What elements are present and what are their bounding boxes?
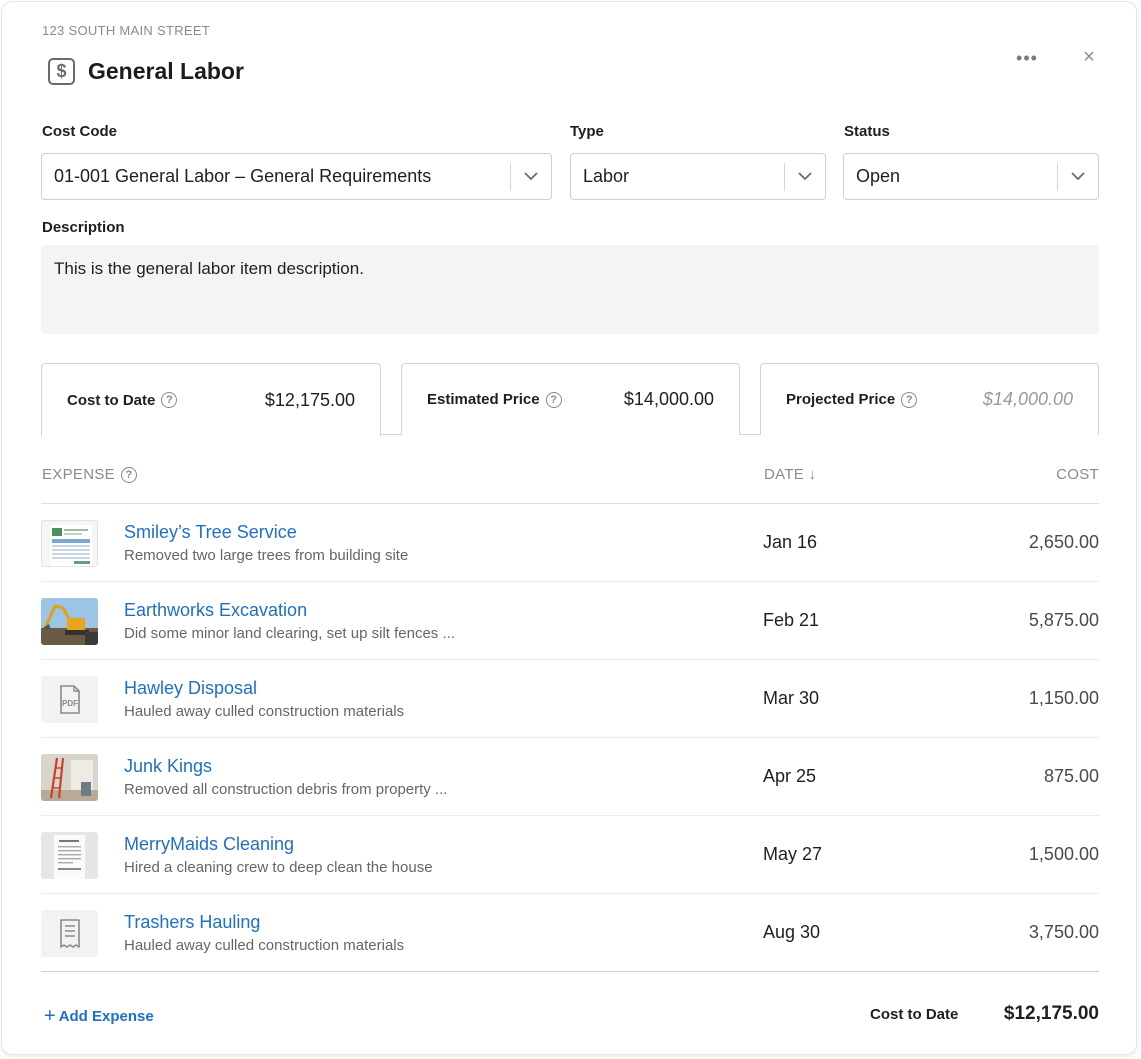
expense-cost: 1,500.00	[1028, 844, 1099, 864]
tab-amount: $14,000.00	[982, 389, 1073, 409]
expense-vendor-link[interactable]: Junk Kings	[124, 756, 212, 777]
table-row[interactable]: Junk Kings Removed all construction debr…	[41, 738, 1099, 816]
svg-text:PDF: PDF	[62, 699, 78, 708]
help-icon[interactable]: ?	[120, 466, 137, 483]
expense-cost: 875.00	[1043, 766, 1099, 786]
receipt-thumbnail	[41, 832, 98, 879]
expense-date: Jan 16	[763, 532, 818, 552]
column-header-expense: EXPENSE?	[42, 466, 137, 483]
footer-total-label: Cost to Date	[870, 1006, 959, 1023]
tab-label: Projected Price?	[786, 391, 918, 408]
footer-total-value: $12,175.00	[1003, 1003, 1099, 1024]
excavator-photo-thumbnail	[41, 598, 98, 645]
tab-label: Cost to Date?	[67, 392, 178, 409]
expense-vendor-link[interactable]: Earthworks Excavation	[124, 600, 307, 621]
tab-amount: $12,175.00	[264, 389, 355, 410]
type-label: Type	[570, 123, 604, 140]
title-row: $ General Labor	[48, 55, 244, 87]
expense-date: Aug 30	[763, 922, 821, 942]
tab-label: Estimated Price?	[427, 391, 562, 408]
expense-cost: 1,150.00	[1028, 688, 1099, 708]
chevron-down-icon	[511, 172, 551, 181]
help-icon[interactable]: ?	[161, 392, 178, 408]
table-row[interactable]: Earthworks Excavation Did some minor lan…	[41, 582, 1099, 660]
expense-cost: 3,750.00	[1028, 922, 1099, 942]
invoice-thumbnail	[41, 520, 98, 567]
expense-note: Removed two large trees from building si…	[124, 547, 409, 564]
tab-projected-price[interactable]: Projected Price? $14,000.00	[760, 363, 1099, 435]
help-icon[interactable]: ?	[901, 391, 918, 408]
type-select[interactable]: Labor	[570, 153, 826, 200]
expense-note: Hauled away culled construction material…	[124, 937, 405, 954]
table-row[interactable]: PDF Hawley Disposal Hauled away culled c…	[41, 660, 1099, 738]
dollar-document-icon: $	[48, 57, 75, 85]
expense-vendor-link[interactable]: Hawley Disposal	[124, 678, 257, 699]
receipt-icon	[41, 910, 98, 957]
expense-note: Hired a cleaning crew to deep clean the …	[124, 859, 433, 876]
column-header-date[interactable]: DATE ↓	[764, 466, 816, 483]
status-value: Open	[856, 166, 901, 186]
expense-vendor-link[interactable]: Smiley’s Tree Service	[124, 522, 297, 543]
tab-estimated-price[interactable]: Estimated Price? $14,000.00	[401, 363, 740, 435]
pdf-icon: PDF	[41, 676, 98, 723]
expense-list: Smiley’s Tree Service Removed two large …	[41, 504, 1099, 972]
add-expense-button[interactable]: + Add Expense	[44, 1005, 154, 1028]
add-expense-label: Add Expense	[58, 1008, 154, 1025]
table-row[interactable]: MerryMaids Cleaning Hired a cleaning cre…	[41, 816, 1099, 894]
more-options-button[interactable]: •••	[1014, 48, 1040, 68]
plus-icon: +	[44, 1005, 56, 1027]
expense-cost: 2,650.00	[1028, 532, 1099, 552]
column-header-cost: COST	[1056, 466, 1099, 483]
status-select[interactable]: Open	[843, 153, 1099, 200]
close-button[interactable]: ×	[1079, 46, 1099, 68]
expense-cost: 5,875.00	[1028, 610, 1099, 630]
cost-code-value: 01-001 General Labor – General Requireme…	[54, 166, 432, 186]
tab-amount: $14,000.00	[623, 389, 714, 409]
table-row[interactable]: Smiley’s Tree Service Removed two large …	[41, 504, 1099, 582]
cost-code-select[interactable]: 01-001 General Labor – General Requireme…	[41, 153, 552, 200]
table-row[interactable]: Trashers Hauling Hauled away culled cons…	[41, 894, 1099, 972]
project-address: 123 SOUTH MAIN STREET	[42, 23, 211, 38]
status-label: Status	[844, 123, 890, 140]
room-ladder-photo-thumbnail	[41, 754, 98, 801]
description-textarea[interactable]: This is the general labor item descripti…	[41, 245, 1099, 334]
page-title: General Labor	[88, 57, 244, 84]
type-value: Labor	[583, 166, 630, 186]
expense-date: Apr 25	[763, 766, 817, 786]
expense-note: Hauled away culled construction material…	[124, 703, 405, 720]
expense-note: Did some minor land clearing, set up sil…	[124, 625, 455, 642]
description-label: Description	[42, 219, 125, 236]
expense-date: Mar 30	[763, 688, 820, 708]
expense-vendor-link[interactable]: MerryMaids Cleaning	[124, 834, 294, 855]
chevron-down-icon	[1058, 172, 1098, 181]
expense-note: Removed all construction debris from pro…	[124, 781, 448, 798]
expense-date: May 27	[763, 844, 823, 864]
chevron-down-icon	[785, 172, 825, 181]
help-icon[interactable]: ?	[545, 391, 562, 408]
cost-code-label: Cost Code	[42, 123, 117, 140]
expense-vendor-link[interactable]: Trashers Hauling	[124, 912, 260, 933]
expense-date: Feb 21	[763, 610, 820, 630]
tab-cost-to-date[interactable]: Cost to Date? $12,175.00	[41, 363, 381, 436]
